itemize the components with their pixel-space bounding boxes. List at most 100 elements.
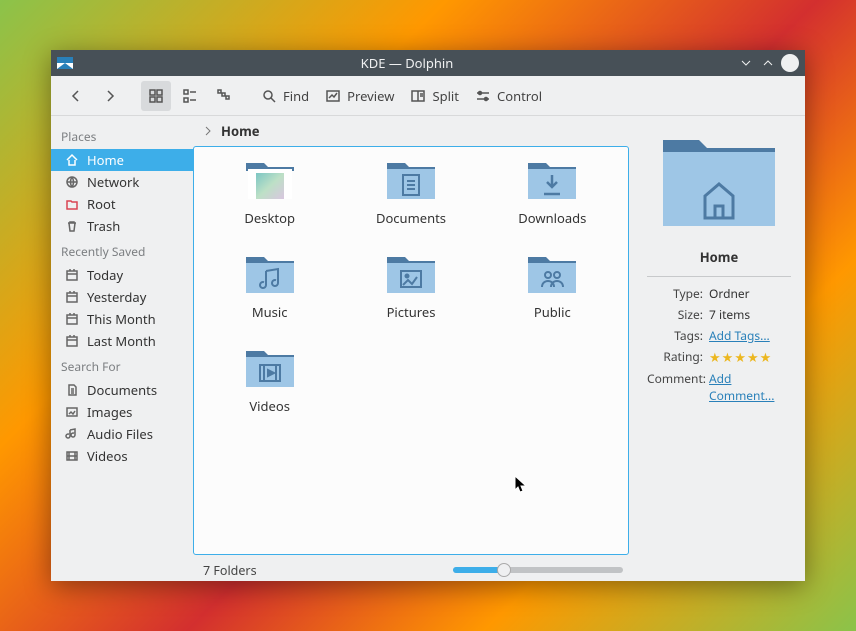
folder-icon <box>383 157 439 203</box>
sidebar-item-last-month[interactable]: Last Month <box>51 330 193 352</box>
sidebar-item-documents[interactable]: Documents <box>51 379 193 401</box>
control-button[interactable]: Control <box>469 81 548 111</box>
audio-icon <box>65 427 79 441</box>
sidebar-item-network[interactable]: Network <box>51 171 193 193</box>
forward-button[interactable] <box>95 81 125 111</box>
folder-icon <box>524 251 580 297</box>
status-text: 7 Folders <box>203 562 443 579</box>
titlebar: KDE — Dolphin <box>51 50 805 76</box>
sidebar-item-label: Home <box>87 151 124 169</box>
calendar-icon <box>65 290 79 304</box>
find-label: Find <box>283 87 309 105</box>
star-icon[interactable]: ★ <box>760 348 772 366</box>
sidebar-item-label: Trash <box>87 217 120 235</box>
sidebar-item-label: Images <box>87 403 132 421</box>
image-icon <box>65 405 79 419</box>
sidebar-item-label: Today <box>87 266 123 284</box>
info-folder-icon <box>659 130 779 230</box>
folder-label: Downloads <box>518 209 586 227</box>
info-separator <box>647 276 791 277</box>
star-icon[interactable]: ★ <box>709 348 721 366</box>
sidebar-item-yesterday[interactable]: Yesterday <box>51 286 193 308</box>
body: Places HomeNetworkRootTrash Recently Sav… <box>51 116 805 581</box>
compact-view-button[interactable] <box>175 81 205 111</box>
trash-icon <box>65 219 79 233</box>
folder-icon <box>524 157 580 203</box>
add-comment-link[interactable]: Add Comment... <box>709 370 791 404</box>
statusbar: 7 Folders <box>193 559 633 581</box>
main-area: Home Desktop Documents Downloads Music Pictu… <box>193 116 633 581</box>
split-label: Split <box>432 87 459 105</box>
sidebar-item-home[interactable]: Home <box>51 149 193 171</box>
sidebar-item-images[interactable]: Images <box>51 401 193 423</box>
sidebar: Places HomeNetworkRootTrash Recently Sav… <box>51 116 193 581</box>
sidebar-item-this-month[interactable]: This Month <box>51 308 193 330</box>
control-label: Control <box>497 87 542 105</box>
sidebar-item-label: Documents <box>87 381 157 399</box>
folder-item-desktop[interactable]: Desktop <box>204 157 335 227</box>
file-view[interactable]: Desktop Documents Downloads Music Pictures Pu… <box>193 146 629 555</box>
root-icon <box>65 197 79 211</box>
dolphin-window: KDE — Dolphin Find <box>51 50 805 581</box>
sidebar-item-root[interactable]: Root <box>51 193 193 215</box>
split-button[interactable]: Split <box>404 81 465 111</box>
info-size-value: 7 items <box>709 306 791 323</box>
window-title: KDE — Dolphin <box>81 54 733 72</box>
info-title: Home <box>700 248 739 266</box>
folder-item-public[interactable]: Public <box>487 251 618 321</box>
folder-item-documents[interactable]: Documents <box>345 157 476 227</box>
maximize-button[interactable] <box>759 54 777 72</box>
sidebar-item-label: Audio Files <box>87 425 153 443</box>
doc-icon <box>65 383 79 397</box>
calendar-icon <box>65 334 79 348</box>
sidebar-item-today[interactable]: Today <box>51 264 193 286</box>
zoom-slider[interactable] <box>453 567 623 573</box>
sidebar-item-label: Videos <box>87 447 128 465</box>
video-icon <box>65 449 79 463</box>
rating-stars[interactable]: ★ ★ ★ ★ ★ <box>709 348 791 366</box>
star-icon[interactable]: ★ <box>734 348 746 366</box>
folder-label: Desktop <box>244 209 295 227</box>
folder-icon <box>242 251 298 297</box>
close-button[interactable] <box>781 54 799 72</box>
find-button[interactable]: Find <box>255 81 315 111</box>
info-type-value: Ordner <box>709 285 791 302</box>
calendar-icon <box>65 268 79 282</box>
folder-label: Videos <box>249 397 290 415</box>
icon-view-button[interactable] <box>141 81 171 111</box>
preview-button[interactable]: Preview <box>319 81 400 111</box>
star-icon[interactable]: ★ <box>722 348 734 366</box>
minimize-button[interactable] <box>737 54 755 72</box>
folder-icon <box>242 157 298 203</box>
folder-item-downloads[interactable]: Downloads <box>487 157 618 227</box>
sidebar-item-trash[interactable]: Trash <box>51 215 193 237</box>
sidebar-item-label: This Month <box>87 310 156 328</box>
sidebar-item-label: Yesterday <box>87 288 146 306</box>
search-header: Search For <box>51 352 193 379</box>
folder-item-music[interactable]: Music <box>204 251 335 321</box>
breadcrumb[interactable]: Home <box>193 116 633 146</box>
info-rating-key: Rating: <box>647 348 703 366</box>
folder-item-pictures[interactable]: Pictures <box>345 251 476 321</box>
info-size-key: Size: <box>647 306 703 323</box>
calendar-icon <box>65 312 79 326</box>
folder-item-videos[interactable]: Videos <box>204 345 335 415</box>
sidebar-item-audio-files[interactable]: Audio Files <box>51 423 193 445</box>
folder-label: Public <box>534 303 571 321</box>
star-icon[interactable]: ★ <box>747 348 759 366</box>
preview-label: Preview <box>347 87 394 105</box>
home-icon <box>65 153 79 167</box>
info-tags-key: Tags: <box>647 327 703 344</box>
toolbar: Find Preview Split Control <box>51 76 805 116</box>
folder-icon <box>383 251 439 297</box>
chevron-right-icon <box>203 126 213 136</box>
folder-label: Pictures <box>387 303 436 321</box>
back-button[interactable] <box>61 81 91 111</box>
sidebar-item-videos[interactable]: Videos <box>51 445 193 467</box>
add-tags-link[interactable]: Add Tags... <box>709 327 791 344</box>
sidebar-item-label: Root <box>87 195 116 213</box>
details-view-button[interactable] <box>209 81 239 111</box>
sidebar-item-label: Network <box>87 173 139 191</box>
sidebar-item-label: Last Month <box>87 332 156 350</box>
folder-label: Music <box>252 303 288 321</box>
